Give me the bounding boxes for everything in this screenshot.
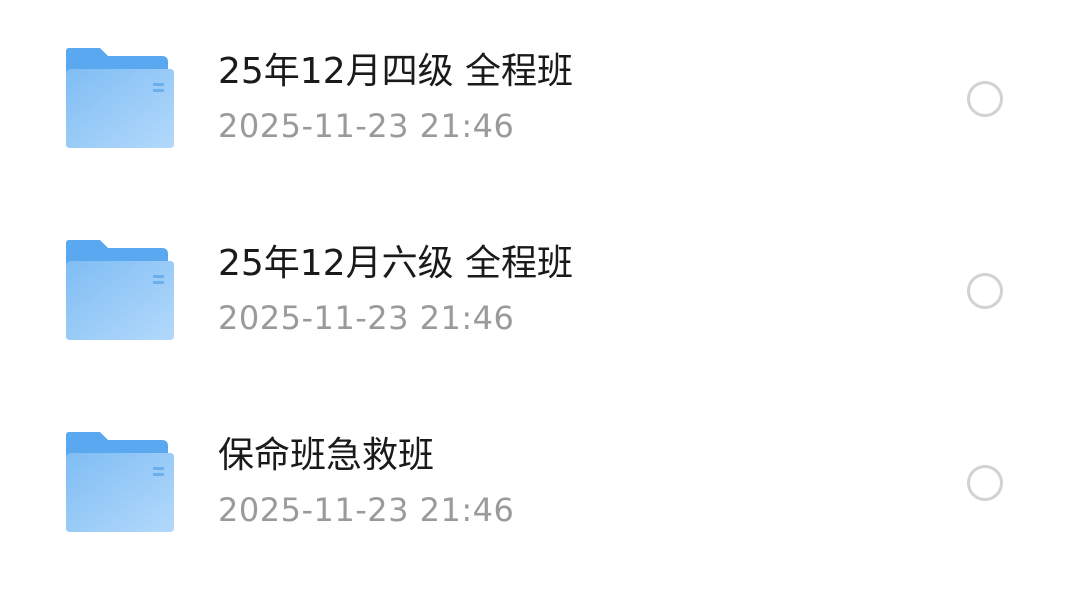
select-radio-button[interactable] <box>967 81 1003 117</box>
folder-modified-date: 2025-11-23 21:46 <box>218 299 515 337</box>
file-list-item[interactable]: 25年12月四级 全程班 2025-11-23 21:46 <box>0 0 1080 192</box>
select-radio-button[interactable] <box>967 273 1003 309</box>
folder-modified-date: 2025-11-23 21:46 <box>218 107 515 145</box>
file-list-item[interactable]: 保命班急救班 2025-11-23 21:46 <box>0 384 1080 576</box>
folder-icon <box>66 432 174 532</box>
folder-name: 25年12月六级 全程班 <box>218 243 574 284</box>
file-list-item[interactable]: 25年12月六级 全程班 2025-11-23 21:46 <box>0 192 1080 384</box>
folder-icon <box>66 240 174 340</box>
folder-name: 保命班急救班 <box>218 435 435 476</box>
file-list: 25年12月四级 全程班 2025-11-23 21:46 25年12月六级 全… <box>0 0 1080 597</box>
folder-name: 25年12月四级 全程班 <box>218 51 574 92</box>
folder-modified-date: 2025-11-23 21:46 <box>218 491 515 529</box>
folder-icon <box>66 48 174 148</box>
select-radio-button[interactable] <box>967 465 1003 501</box>
